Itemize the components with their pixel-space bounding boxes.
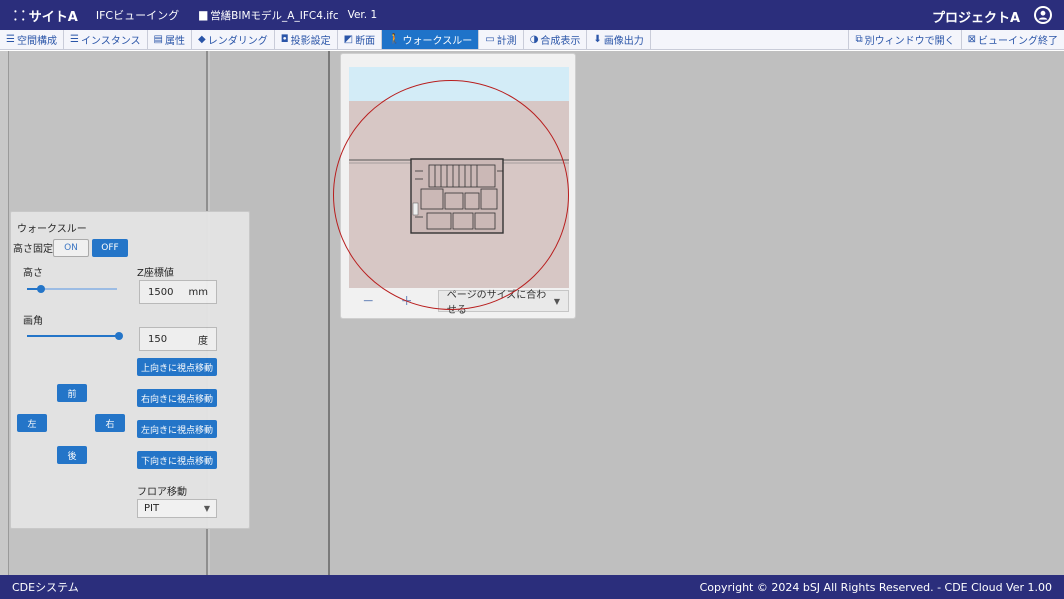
move-right-button[interactable]: 右 — [95, 414, 125, 432]
tab-label: レンダリング — [207, 36, 268, 47]
zoom-in-button[interactable]: + — [387, 293, 425, 309]
view-right-button[interactable]: 右向きに視点移動 — [137, 389, 217, 407]
tab-label: 断面 — [355, 36, 376, 47]
z-unit: mm — [188, 286, 208, 298]
tab-section[interactable]: ◩ 断面 — [338, 30, 383, 49]
height-slider[interactable] — [27, 285, 117, 293]
system-name: CDEシステム — [12, 581, 79, 594]
walk-icon: 🚶 — [388, 34, 401, 45]
angle-slider[interactable] — [27, 332, 123, 340]
height-label: 高さ — [23, 268, 43, 279]
list-icon: ☰ — [69, 34, 79, 45]
tab-label: 空間構成 — [16, 36, 57, 47]
slider-knob[interactable] — [37, 285, 45, 293]
view-left-button[interactable]: 左向きに視点移動 — [137, 420, 217, 438]
measure-icon: ▭ — [485, 34, 495, 45]
angle-value: 150 — [148, 333, 168, 345]
list-icon: ☰ — [6, 34, 15, 45]
button-label: ビューイング終了 — [978, 36, 1058, 47]
floor-plan-preview[interactable] — [349, 67, 569, 288]
site-selector[interactable]: ⸬ サイトA — [0, 6, 78, 25]
open-window-icon: ⧉ — [855, 34, 863, 45]
file-info: ▆ 営繕BIMモデル_A_IFC4.ifc Ver. 1 — [199, 8, 377, 23]
rendering-icon: ◆ — [198, 34, 206, 45]
button-label: 別ウィンドウで開く — [864, 36, 955, 47]
footer: CDEシステム Copyright © 2024 bSJ All Rights … — [0, 575, 1064, 599]
fit-page-select[interactable]: ページのサイズに合わせる ▼ — [437, 290, 570, 316]
tab-label: 投影設定 — [290, 36, 331, 47]
floor-value: PIT — [144, 503, 160, 514]
copyright: Copyright © 2024 bSJ All Rights Reserved… — [699, 580, 1052, 594]
composite-icon: ◑ — [529, 34, 539, 45]
view-up-button[interactable]: 上向きに視点移動 — [137, 358, 217, 376]
tab-label: 合成表示 — [540, 36, 581, 47]
toolbar: ☰ 空間構成 ☰ インスタンス ▤ 属性 ◆ レンダリング ◘ 投影設定 ◩ 断面 🚶 ウォー… — [0, 30, 1064, 50]
viewer-label[interactable]: IFCビューイング — [96, 7, 179, 23]
angle-label: 画角 — [23, 316, 43, 327]
tab-space-structure[interactable]: ☰ 空間構成 — [0, 30, 64, 49]
tab-measure[interactable]: ▭ 計測 — [479, 30, 524, 49]
height-fix-off-button[interactable]: OFF — [92, 239, 128, 257]
tab-label: 画像出力 — [603, 36, 644, 47]
tab-projection[interactable]: ◘ 投影設定 — [275, 30, 338, 49]
height-fix-label: 高さ固定 — [13, 244, 53, 255]
height-fix-on-button[interactable]: ON — [53, 239, 89, 257]
panel-title: ウォークスルー — [17, 224, 87, 235]
slider-knob[interactable] — [115, 332, 123, 340]
z-value: 1500 — [148, 286, 174, 298]
document-icon: ▆ — [199, 9, 208, 21]
tab-composite[interactable]: ◑ 合成表示 — [524, 30, 588, 49]
tab-label: 属性 — [165, 36, 185, 47]
tab-image-export[interactable]: ⬇ 画像出力 — [587, 30, 651, 49]
table-icon: ▤ — [153, 34, 163, 45]
close-view-icon: ⊠ — [967, 34, 976, 45]
floor-plan-preview-card: − + ページのサイズに合わせる ▼ — [340, 53, 576, 319]
tab-attributes[interactable]: ▤ 属性 — [148, 30, 192, 49]
project-name[interactable]: プロジェクトA — [932, 7, 1020, 26]
download-icon: ⬇ — [593, 34, 602, 45]
site-icon: ⸬ — [14, 9, 25, 24]
view-down-button[interactable]: 下向きに視点移動 — [137, 451, 217, 469]
walkthrough-panel: ウォークスルー 高さ固定 ON OFF 高さ Z座標値 1500 mm 画角 1… — [10, 211, 250, 529]
camera-icon: ◘ — [280, 34, 289, 45]
move-left-button[interactable]: 左 — [17, 414, 47, 432]
file-name: 営繕BIMモデル_A_IFC4.ifc — [210, 9, 339, 22]
floor-select[interactable]: PIT ▼ — [137, 499, 217, 518]
file-version: Ver. 1 — [347, 9, 378, 21]
fit-page-label: ページのサイズに合わせる — [446, 290, 547, 316]
angle-input[interactable]: 150 度 — [139, 327, 217, 351]
tab-label: 計測 — [496, 36, 517, 47]
floor-move-label: フロア移動 — [137, 487, 187, 498]
tab-label: インスタンス — [80, 36, 141, 47]
3d-viewport[interactable]: ウォークスルー 高さ固定 ON OFF 高さ Z座標値 1500 mm 画角 1… — [0, 51, 1064, 575]
angle-unit: 度 — [198, 335, 208, 347]
slider-fill — [27, 335, 119, 337]
zoom-out-button[interactable]: − — [349, 293, 387, 309]
preview-controls: − + ページのサイズに合わせる ▼ — [349, 289, 570, 316]
open-new-window-button[interactable]: ⧉ 別ウィンドウで開く — [848, 30, 960, 49]
tab-label: ウォークスルー — [402, 36, 473, 47]
floor-plan-drawing — [349, 158, 569, 234]
tab-rendering[interactable]: ◆ レンダリング — [192, 30, 275, 49]
section-icon: ◩ — [343, 34, 354, 45]
user-avatar-icon[interactable] — [1034, 6, 1052, 24]
tab-instance[interactable]: ☰ インスタンス — [64, 30, 148, 49]
title-bar: ⸬ サイトA IFCビューイング ▆ 営繕BIMモデル_A_IFC4.ifc V… — [0, 0, 1064, 30]
site-label: サイトA — [28, 9, 78, 25]
end-viewing-button[interactable]: ⊠ ビューイング終了 — [960, 30, 1064, 49]
z-coordinate-label: Z座標値 — [137, 268, 174, 279]
chevron-down-icon: ▼ — [553, 296, 561, 306]
move-forward-button[interactable]: 前 — [57, 384, 87, 402]
z-coordinate-input[interactable]: 1500 mm — [139, 280, 217, 304]
tab-walkthrough[interactable]: 🚶 ウォークスルー — [382, 30, 480, 49]
toolbar-right: ⧉ 別ウィンドウで開く ⊠ ビューイング終了 — [848, 30, 1064, 49]
chevron-down-icon: ▼ — [203, 504, 210, 513]
move-back-button[interactable]: 後 — [57, 446, 87, 464]
